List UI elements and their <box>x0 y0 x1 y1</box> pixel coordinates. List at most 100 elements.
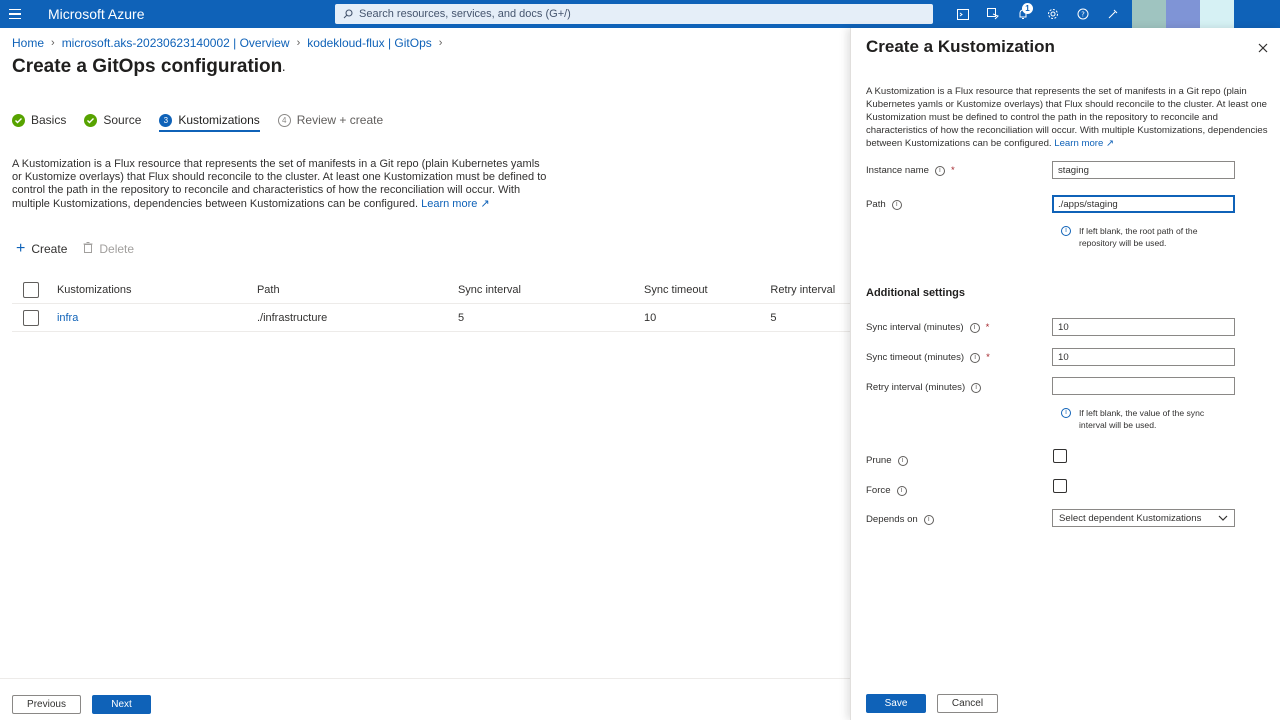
retry-hint-text: If left blank, the value of the sync int… <box>1079 408 1205 430</box>
required-asterisk: * <box>985 322 990 333</box>
wizard-tabs: Basics Source 3 Kustomizations 4 Review … <box>12 110 401 132</box>
panel-learn-more-link[interactable]: Learn more ↗ <box>1054 138 1114 149</box>
info-icon[interactable]: i <box>969 322 980 333</box>
tab-basics[interactable]: Basics <box>12 110 66 130</box>
previous-button[interactable]: Previous <box>12 695 81 714</box>
force-checkbox[interactable] <box>1053 479 1067 493</box>
account-avatar[interactable] <box>1132 0 1166 28</box>
action-bar: + Create Delete <box>16 240 150 258</box>
cell-sync-timeout: 10 <box>644 311 657 324</box>
force-text: Force <box>866 485 891 496</box>
prune-label: Prune i <box>866 455 908 466</box>
create-label: Create <box>31 242 68 256</box>
tab-kustomizations[interactable]: 3 Kustomizations <box>159 110 260 132</box>
delete-button[interactable]: Delete <box>83 240 134 258</box>
close-icon[interactable] <box>1258 40 1268 56</box>
notification-badge: 1 <box>1022 3 1033 14</box>
cloud-shell-icon[interactable] <box>948 0 978 28</box>
instance-name-input[interactable]: staging <box>1052 161 1235 179</box>
header-sync-interval[interactable]: Sync interval <box>458 284 644 296</box>
header-kustomizations[interactable]: Kustomizations <box>57 284 257 296</box>
menu-icon[interactable] <box>0 0 30 28</box>
header-path[interactable]: Path <box>257 284 458 296</box>
save-button[interactable]: Save <box>866 694 926 713</box>
learn-more-link[interactable]: Learn more ↗ <box>421 198 490 210</box>
help-icon[interactable]: ? <box>1068 0 1098 28</box>
cancel-button[interactable]: Cancel <box>937 694 998 713</box>
additional-settings-heading: Additional settings <box>866 287 965 299</box>
page-title: Create a GitOps configuration <box>12 56 283 77</box>
plus-icon: + <box>16 240 26 257</box>
info-icon[interactable]: i <box>896 485 907 496</box>
brand-title[interactable]: Microsoft Azure <box>48 6 334 22</box>
kustomization-description: A Kustomization is a Flux resource that … <box>12 158 552 211</box>
sync-interval-text: Sync interval (minutes) <box>866 322 964 333</box>
tab-review-create[interactable]: 4 Review + create <box>277 110 383 130</box>
create-kustomization-panel: Create a Kustomization A Kustomization i… <box>850 28 1280 720</box>
info-icon[interactable]: i <box>934 165 945 176</box>
step-number-icon: 4 <box>277 113 291 127</box>
notifications-icon[interactable]: 1 <box>1008 0 1038 28</box>
learn-more-label: Learn more <box>421 197 478 210</box>
kustomization-link[interactable]: infra <box>57 312 78 324</box>
chevron-right-icon: › <box>438 37 443 49</box>
prune-text: Prune <box>866 455 892 466</box>
retry-interval-input[interactable] <box>1052 377 1235 395</box>
prune-checkbox[interactable] <box>1053 449 1067 463</box>
panel-description: A Kustomization is a Flux resource that … <box>866 85 1276 150</box>
depends-on-placeholder: Select dependent Kustomizations <box>1059 512 1202 524</box>
row-checkbox[interactable] <box>23 309 39 326</box>
tab-basics-label: Basics <box>31 113 67 127</box>
next-button[interactable]: Next <box>92 695 151 714</box>
account-avatar-right[interactable] <box>1200 0 1234 28</box>
depends-on-label: Depends on i <box>866 514 934 525</box>
directory-filter-icon[interactable] <box>978 0 1008 28</box>
breadcrumb-gitops[interactable]: kodekloud-flux | GitOps <box>307 36 432 50</box>
sync-timeout-text: Sync timeout (minutes) <box>866 352 965 363</box>
header-sync-timeout[interactable]: Sync timeout <box>644 284 770 296</box>
search-icon <box>343 9 353 19</box>
path-label: Path i <box>866 199 902 210</box>
create-button[interactable]: + Create <box>16 240 67 258</box>
required-asterisk: * <box>986 352 990 363</box>
table-row: infra ./infrastructure 5 10 5 <box>12 304 850 332</box>
feedback-icon[interactable] <box>1098 0 1128 28</box>
step-number-icon: 3 <box>159 113 173 127</box>
trash-icon <box>83 240 93 258</box>
path-hint: i If left blank, the root path of the re… <box>1061 225 1211 249</box>
chevron-right-icon: › <box>296 37 301 49</box>
info-icon: i <box>1061 408 1071 418</box>
info-icon[interactable]: i <box>923 514 934 525</box>
info-icon: i <box>1061 226 1071 236</box>
cell-sync-interval: 5 <box>457 311 465 324</box>
retry-interval-text: Retry interval (minutes) <box>866 382 966 393</box>
breadcrumb-home[interactable]: Home <box>12 36 44 50</box>
breadcrumb-cluster-overview[interactable]: microsoft.aks-20230623140002 | Overview <box>62 36 290 50</box>
breadcrumb: Home › microsoft.aks-20230623140002 | Ov… <box>12 36 449 50</box>
settings-icon[interactable] <box>1038 0 1068 28</box>
sync-timeout-input[interactable]: 10 <box>1052 348 1235 366</box>
info-icon[interactable]: i <box>891 199 902 210</box>
info-icon[interactable]: i <box>971 382 982 393</box>
depends-on-dropdown[interactable]: Select dependent Kustomizations <box>1052 509 1235 527</box>
info-icon[interactable]: i <box>970 352 981 363</box>
info-icon[interactable]: i <box>897 455 908 466</box>
topbar-icons: 1 ? <box>948 0 1128 28</box>
account-avatar-mid[interactable] <box>1166 0 1200 28</box>
external-link-icon: ↗ <box>1106 138 1115 149</box>
sync-interval-label: Sync interval (minutes) i * <box>866 322 989 333</box>
select-all-checkbox[interactable] <box>23 281 39 298</box>
search-input[interactable]: Search resources, services, and docs (G+… <box>335 4 933 24</box>
delete-label: Delete <box>99 242 135 256</box>
sync-interval-input[interactable]: 10 <box>1052 318 1235 336</box>
path-input[interactable]: ./apps/staging <box>1052 195 1235 213</box>
header-retry-interval[interactable]: Retry interval <box>770 284 850 296</box>
sync-timeout-label: Sync timeout (minutes) i * <box>866 352 990 363</box>
cell-path: ./infrastructure <box>256 311 328 324</box>
tab-source[interactable]: Source <box>84 110 141 130</box>
required-asterisk: * <box>950 165 955 176</box>
svg-text:?: ? <box>1081 11 1085 19</box>
more-options-icon[interactable]: ... <box>272 58 287 74</box>
panel-learn-more-label: Learn more <box>1054 138 1104 149</box>
external-link-icon: ↗ <box>480 197 490 210</box>
